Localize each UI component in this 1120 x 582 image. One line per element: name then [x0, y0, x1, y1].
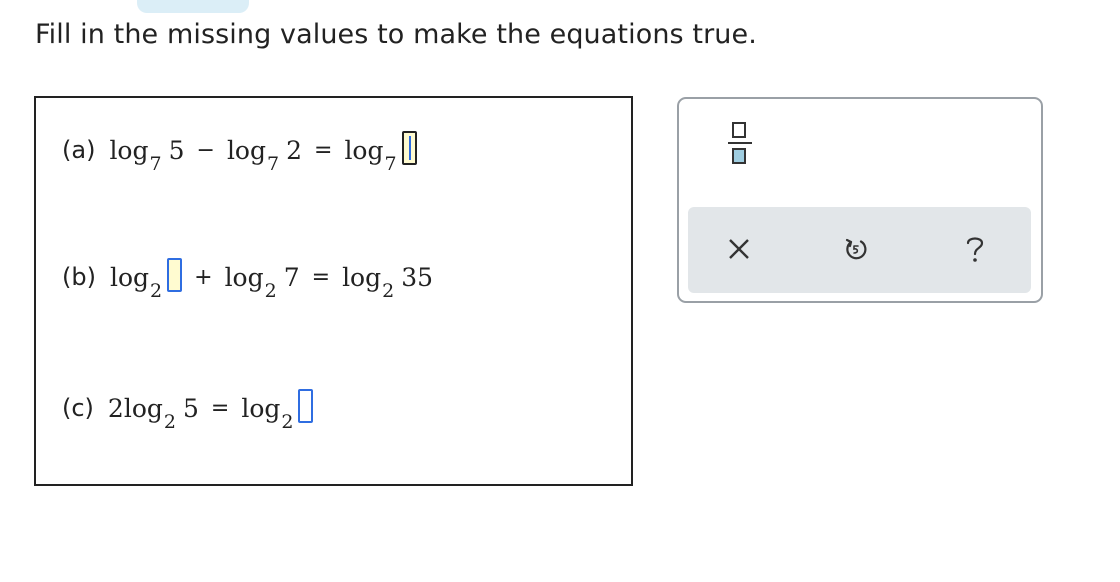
log-term: log2: [241, 393, 294, 433]
fraction-numerator-icon: [732, 122, 746, 138]
part-c-label: (c): [62, 394, 94, 422]
log-term: log2 35: [342, 262, 434, 302]
fraction-bar-icon: [728, 142, 752, 144]
equals-sign: =: [314, 137, 333, 163]
equation-a: (a) log7 5 − log7 2 = log7: [62, 120, 417, 180]
close-icon: [729, 239, 749, 259]
equation-b: (b) log2 + log2 7 = log2 35: [62, 247, 433, 307]
fraction-template-button[interactable]: [728, 118, 754, 172]
equation-c: (c) 2log2 5 = log2: [62, 378, 314, 438]
log-term: log2 7: [224, 262, 300, 302]
answer-box-a[interactable]: [401, 131, 417, 165]
answer-box-c[interactable]: [298, 389, 314, 423]
part-a-label: (a): [62, 136, 96, 164]
log-term: 2log2 5: [107, 393, 199, 433]
undo-button[interactable]: [835, 228, 877, 270]
plus-sign: +: [194, 264, 213, 290]
undo-icon: [845, 238, 867, 260]
part-b-label: (b): [62, 263, 96, 291]
equals-sign: =: [311, 264, 331, 290]
fraction-denominator-icon: [732, 148, 746, 164]
log-term: log7 5: [109, 135, 185, 175]
equals-sign: =: [210, 395, 230, 421]
log-term: log7 2: [226, 135, 302, 175]
minus-sign: −: [196, 137, 215, 163]
help-button[interactable]: [954, 228, 996, 270]
answer-box-b[interactable]: [167, 258, 183, 292]
clear-button[interactable]: [718, 228, 760, 270]
log-term: log2: [109, 262, 163, 302]
instruction-text: Fill in the missing values to make the e…: [35, 19, 757, 50]
top-tab: [137, 0, 249, 13]
help-icon: [966, 237, 984, 262]
log-term: log7: [344, 135, 397, 175]
